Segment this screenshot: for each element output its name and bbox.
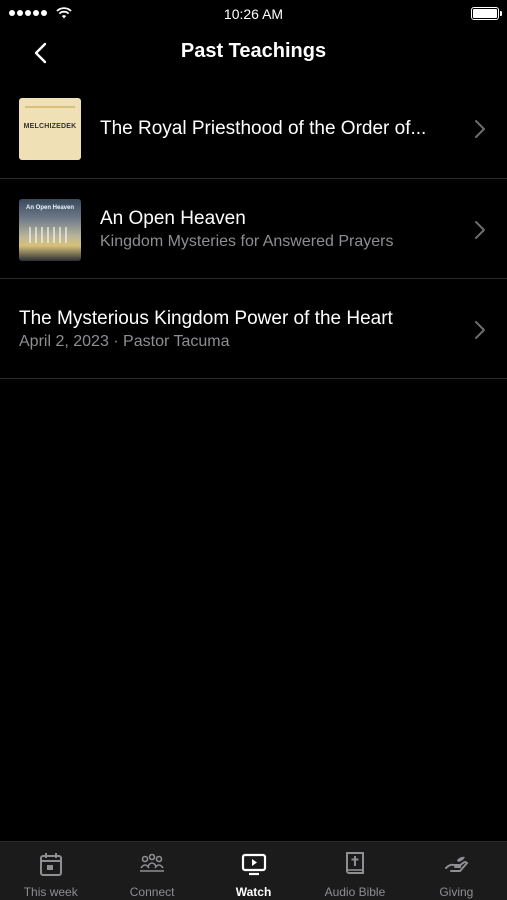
tab-audio-bible[interactable]: Audio Bible <box>304 842 405 900</box>
teaching-thumbnail: An Open Heaven <box>19 199 81 261</box>
navigation-bar: Past Teachings <box>0 28 507 78</box>
teaching-thumbnail: MELCHIZEDEK <box>19 98 81 160</box>
people-icon <box>140 853 165 872</box>
battery-icon <box>471 7 502 20</box>
tv-icon <box>241 853 266 876</box>
list-item-title: The Mysterious Kingdom Power of the Hear… <box>19 308 393 329</box>
status-bar: 10:26 AM <box>0 0 507 28</box>
tab-connect[interactable]: Connect <box>101 842 202 900</box>
list-item-subtitle: April 2, 2023 · Pastor Tacuma <box>19 333 230 350</box>
list-item-mysterious-kingdom[interactable]: The Mysterious Kingdom Power of the Hear… <box>0 279 507 379</box>
calendar-icon <box>39 853 62 876</box>
tab-label: This week <box>23 885 78 899</box>
list-item-subtitle: Kingdom Mysteries for Answered Prayers <box>100 233 394 250</box>
chevron-right-icon <box>475 221 485 239</box>
tab-this-week[interactable]: This week <box>0 842 101 900</box>
tab-label: Watch <box>235 885 272 899</box>
chevron-right-icon <box>475 120 485 138</box>
thumbnail-text: MELCHIZEDEK <box>23 123 77 130</box>
tab-label: Connect <box>129 885 175 899</box>
list-item-royal-priesthood[interactable]: MELCHIZEDEK The Royal Priesthood of the … <box>0 78 507 179</box>
status-time: 10:26 AM <box>223 6 284 22</box>
tab-giving[interactable]: Giving <box>406 842 507 900</box>
thumbnail-text: An Open Heaven <box>25 205 74 211</box>
bible-icon <box>345 852 364 874</box>
tab-watch[interactable]: Watch <box>203 842 304 900</box>
teachings-list: MELCHIZEDEK The Royal Priesthood of the … <box>0 78 507 379</box>
list-item-title: An Open Heaven <box>100 208 246 229</box>
tab-bar: This week Connect Watch Audio Bible Givi… <box>0 841 507 900</box>
tab-label: Giving <box>439 885 474 899</box>
list-item-open-heaven[interactable]: An Open Heaven An Open Heaven Kingdom My… <box>0 179 507 279</box>
chevron-right-icon <box>475 321 485 339</box>
page-title: Past Teachings <box>180 40 327 62</box>
giving-hand-icon <box>445 856 469 872</box>
list-item-title: The Royal Priesthood of the Order of... <box>100 118 427 139</box>
tab-label: Audio Bible <box>324 885 386 899</box>
